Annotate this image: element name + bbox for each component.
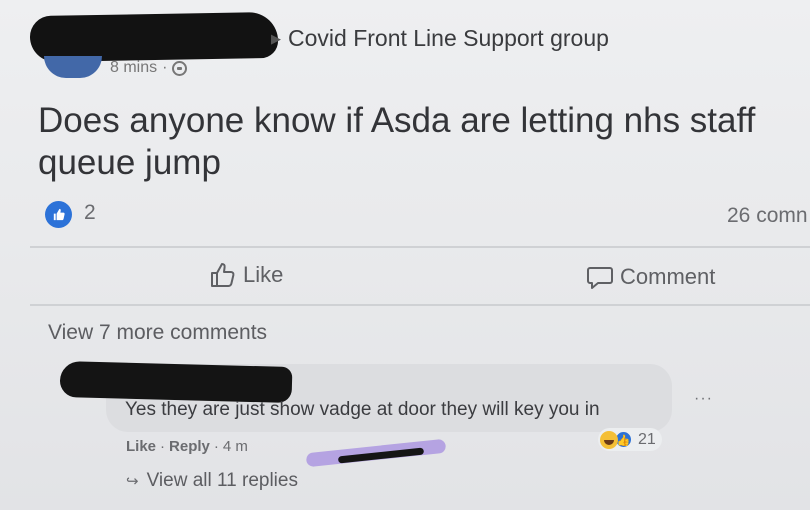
comment-like-link[interactable]: Like: [126, 438, 156, 455]
avatar[interactable]: [44, 56, 102, 78]
comment-time[interactable]: 4 m: [223, 438, 248, 455]
redacted-poster-name: [29, 11, 279, 63]
comment-actions: Like · Reply · 4 m: [126, 438, 248, 455]
group-arrow-icon: ▶: [271, 31, 281, 46]
comment-reply-link[interactable]: Reply: [169, 438, 210, 455]
group-name-link[interactable]: Covid Front Line Support group: [288, 25, 609, 52]
view-more-comments-link[interactable]: View 7 more comments: [48, 321, 267, 345]
post-time[interactable]: 8 mins: [110, 59, 157, 77]
comment-reaction-count: 21: [638, 430, 656, 448]
post-text: Does anyone know if Asda are letting nhs…: [38, 101, 756, 182]
separator: ·: [213, 438, 219, 455]
separator: ·: [160, 438, 166, 455]
comment-button[interactable]: Comment: [586, 264, 715, 290]
reply-arrow-icon: ↪: [126, 473, 139, 490]
divider: [30, 246, 810, 248]
comment-reactions[interactable]: 👍 21: [598, 428, 662, 451]
like-label: Like: [243, 262, 284, 287]
reaction-count[interactable]: 2: [84, 201, 96, 225]
more-options-icon[interactable]: ···: [694, 390, 713, 408]
thumbs-up-outline-icon: [209, 262, 237, 288]
comment-count[interactable]: 26 comn: [727, 204, 808, 228]
like-button[interactable]: Like: [209, 262, 283, 288]
haha-reaction-icon: [600, 430, 618, 449]
view-replies-label: View all 11 replies: [146, 470, 298, 491]
globe-icon: [172, 60, 188, 76]
post-meta: 8 mins ·: [110, 59, 188, 77]
like-reaction-icon[interactable]: [45, 201, 72, 228]
view-replies-link[interactable]: ↪ View all 11 replies: [126, 470, 298, 492]
divider: [30, 304, 810, 306]
facebook-post-screen: ▶ Covid Front Line Support group 8 mins …: [0, 0, 810, 510]
comment-label: Comment: [620, 264, 716, 289]
thumbs-up-icon: [53, 208, 65, 221]
comment-bubble-icon: [586, 264, 614, 290]
post-meta-separator: ·: [162, 59, 168, 76]
redacted-commenter-name: [59, 360, 293, 404]
comment-text: Yes they are just show vadge at door the…: [125, 399, 600, 420]
